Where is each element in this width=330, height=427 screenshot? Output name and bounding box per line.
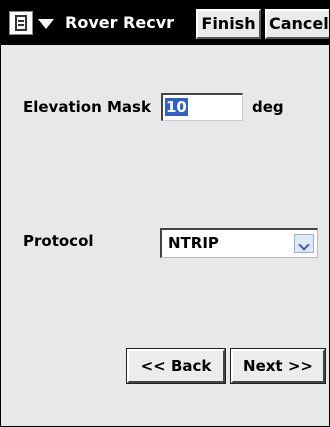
caret-down-icon — [38, 19, 54, 29]
elevation-unit-label: deg — [252, 98, 284, 116]
chevron-down-icon[interactable] — [294, 234, 314, 253]
protocol-select[interactable]: NTRIP — [160, 228, 318, 258]
page-title: Rover Recvr — [65, 13, 175, 32]
next-button[interactable]: Next >> — [230, 348, 326, 384]
document-menu-icon — [9, 11, 33, 35]
back-button[interactable]: << Back — [126, 348, 226, 384]
protocol-selected-value: NTRIP — [168, 234, 219, 252]
elevation-mask-input[interactable]: 10 — [161, 93, 243, 121]
wizard-screen: Rover Recvr Finish Cancel Elevation Mask… — [0, 0, 330, 427]
elevation-mask-label: Elevation Mask — [23, 98, 151, 116]
title-bar: Rover Recvr Finish Cancel — [1, 1, 329, 45]
protocol-label: Protocol — [23, 232, 94, 250]
cancel-button[interactable]: Cancel — [265, 9, 329, 39]
start-menu-button[interactable] — [3, 8, 59, 38]
finish-button[interactable]: Finish — [196, 9, 261, 39]
elevation-mask-value: 10 — [165, 98, 188, 116]
